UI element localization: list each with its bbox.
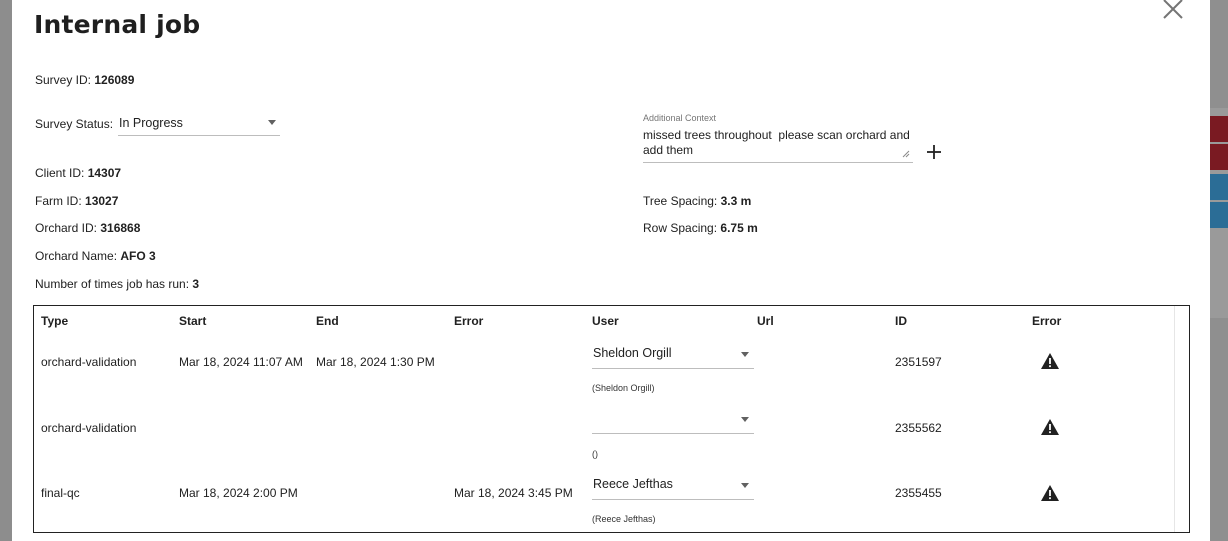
client-id-value: 14307 xyxy=(87,166,122,180)
orchard-id: Orchard ID: 316868 xyxy=(35,221,140,235)
chevron-down-icon xyxy=(741,417,749,422)
background-row-blue xyxy=(1210,202,1228,228)
client-id-label: Client ID: xyxy=(35,166,85,180)
plus-icon[interactable] xyxy=(927,145,941,159)
orchard-name-label: Orchard Name: xyxy=(35,249,118,263)
user-subtext: () xyxy=(592,449,598,459)
cell-type: orchard-validation xyxy=(41,421,137,435)
column-header-error-icon: Error xyxy=(1032,314,1062,328)
backdrop-left xyxy=(0,0,12,541)
column-header-end: End xyxy=(316,314,339,328)
row-spacing-label: Row Spacing: xyxy=(643,221,718,235)
user-subtext: (Sheldon Orgill) xyxy=(592,383,655,393)
cell-type: final-qc xyxy=(41,486,80,500)
farm-id-value: 13027 xyxy=(85,194,119,208)
row-spacing-value: 6.75 m xyxy=(720,221,758,235)
cell-start: Mar 18, 2024 2:00 PM xyxy=(179,486,298,500)
column-header-error: Error xyxy=(454,314,484,328)
chevron-down-icon xyxy=(741,352,749,357)
user-subtext: (Reece Jefthas) xyxy=(592,514,656,524)
survey-id: Survey ID: 126089 xyxy=(35,73,134,87)
cell-id: 2351597 xyxy=(895,355,942,369)
farm-id-label: Farm ID: xyxy=(35,194,82,208)
user-select-value: Sheldon Orgill xyxy=(593,346,672,360)
tree-spacing-value: 3.3 m xyxy=(720,194,752,208)
column-header-type: Type xyxy=(41,314,69,328)
job-run-count-value: 3 xyxy=(192,277,200,291)
tree-spacing: Tree Spacing: 3.3 m xyxy=(643,194,751,208)
cell-error: Mar 18, 2024 3:45 PM xyxy=(454,486,573,500)
dialog-title: Internal job xyxy=(34,10,201,39)
additional-context-input[interactable]: missed trees throughout please scan orch… xyxy=(643,128,913,163)
column-header-id: ID xyxy=(895,314,907,328)
orchard-name: Orchard Name: AFO 3 xyxy=(35,249,156,263)
orchard-id-label: Orchard ID: xyxy=(35,221,98,235)
farm-id: Farm ID: 13027 xyxy=(35,194,118,208)
background-row-red xyxy=(1210,144,1228,170)
job-runs-table: Type Start End Error User Url ID Error o… xyxy=(33,305,1190,533)
orchard-id-value: 316868 xyxy=(100,221,141,235)
resize-grip-icon[interactable] xyxy=(902,150,910,158)
row-spacing: Row Spacing: 6.75 m xyxy=(643,221,758,235)
cell-type: orchard-validation xyxy=(41,355,137,369)
background-row-red xyxy=(1210,116,1228,142)
warning-icon[interactable] xyxy=(1040,418,1060,436)
column-header-user: User xyxy=(592,314,619,328)
survey-id-value: 126089 xyxy=(94,73,135,87)
job-run-count-label: Number of times job has run: xyxy=(35,277,190,291)
tree-spacing-label: Tree Spacing: xyxy=(643,194,718,208)
user-select[interactable] xyxy=(592,407,754,434)
client-id: Client ID: 14307 xyxy=(35,166,121,180)
background-row-blue xyxy=(1210,174,1228,200)
cell-id: 2355562 xyxy=(895,421,942,435)
survey-status-label: Survey Status: xyxy=(35,117,114,131)
close-icon[interactable] xyxy=(1160,0,1186,22)
additional-context-label: Additional Context xyxy=(643,113,717,123)
column-header-url: Url xyxy=(757,314,774,328)
user-select[interactable]: Sheldon Orgill xyxy=(592,342,754,369)
orchard-name-value: AFO 3 xyxy=(120,249,156,263)
chevron-down-icon xyxy=(268,120,276,125)
warning-icon[interactable] xyxy=(1040,484,1060,502)
job-run-count: Number of times job has run: 3 xyxy=(35,277,199,291)
cell-id: 2355455 xyxy=(895,486,942,500)
cell-start: Mar 18, 2024 11:07 AM xyxy=(179,355,303,369)
internal-job-dialog: Internal job Survey ID: 126089 Survey St… xyxy=(12,0,1210,541)
survey-status-select[interactable]: In Progress xyxy=(118,113,280,136)
survey-status-value: In Progress xyxy=(119,116,183,130)
survey-id-label: Survey ID: xyxy=(35,73,92,87)
user-select-value: Reece Jefthas xyxy=(593,477,673,491)
chevron-down-icon xyxy=(741,483,749,488)
warning-icon[interactable] xyxy=(1040,352,1060,370)
user-select[interactable]: Reece Jefthas xyxy=(592,473,754,500)
column-header-start: Start xyxy=(179,314,207,328)
table-scrollbar[interactable] xyxy=(1174,306,1189,532)
cell-end: Mar 18, 2024 1:30 PM xyxy=(316,355,435,369)
